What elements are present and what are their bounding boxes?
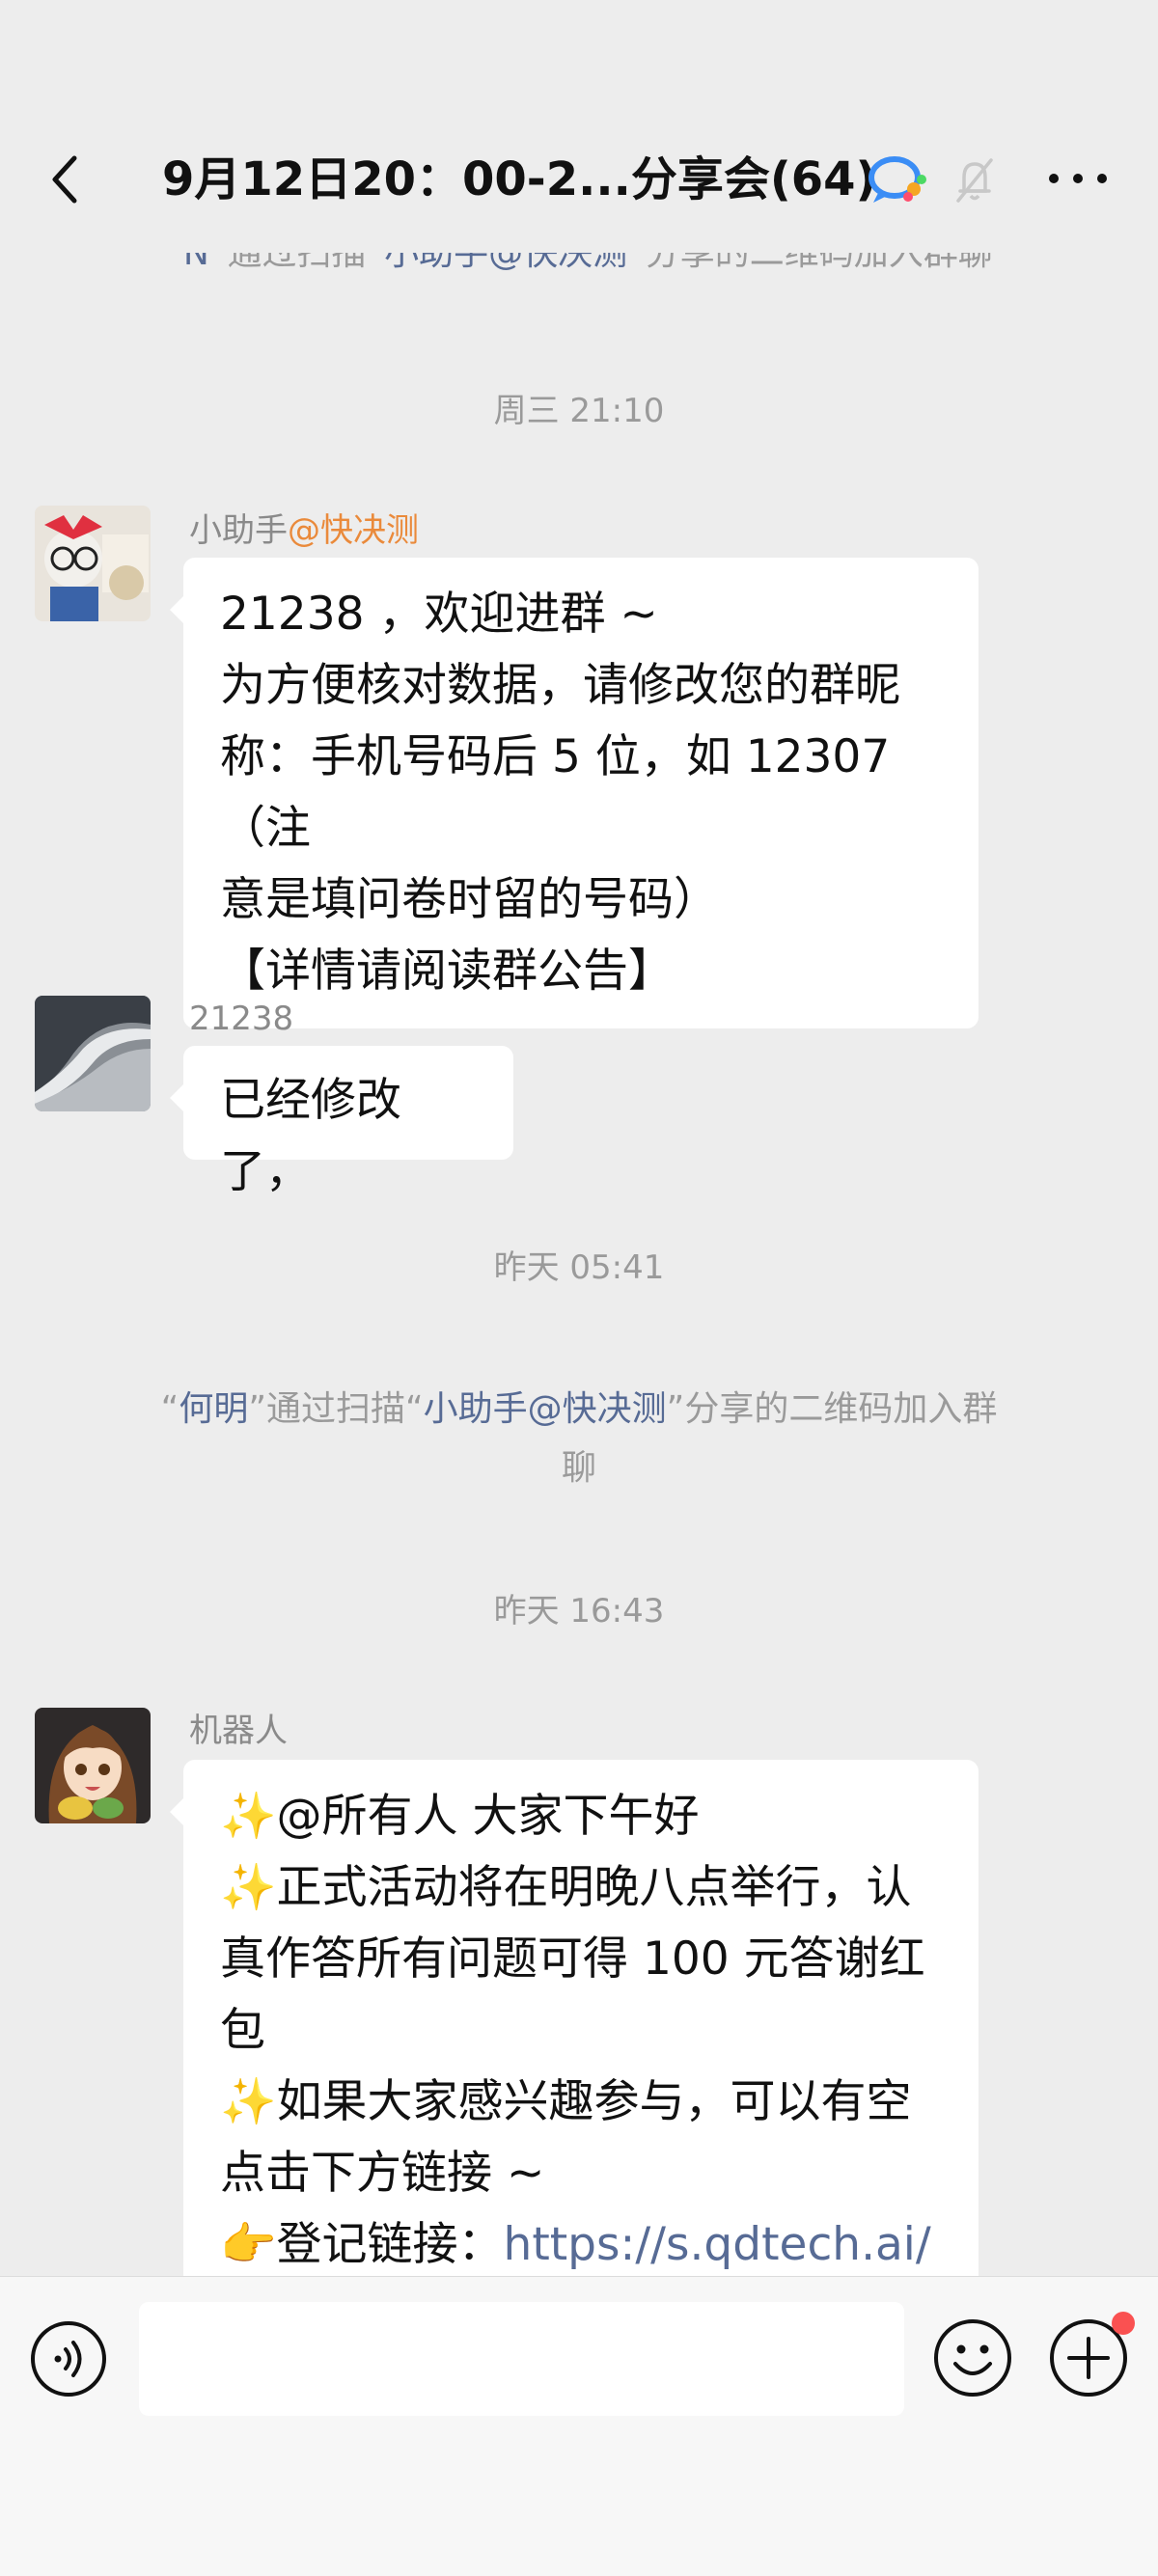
ai-assistant-icon[interactable] [866,152,929,206]
message-bubble[interactable]: ✨@所有人 大家下午好 ✨正式活动将在明晚八点举行，认 真作答所有问题可得 10… [170,1760,979,2276]
message-bubble[interactable]: 21238 ，欢迎进群 ~ 为方便核对数据，请修改您的群昵 称：手机号码后 5 … [170,558,979,1028]
inviter-name-link[interactable]: 小助手@快决测 [384,253,627,273]
quote-mark: “ [160,1389,179,1429]
message-line: 已经修改了， [220,1074,401,1198]
sender-name: 小助手@快决测 [189,509,419,552]
emoji-icon [934,2319,1011,2397]
chat-message-list[interactable]: “N”通过扫描“小助手@快决测”分享的二维码加入群聊 周三 21:10 小助手@… [0,253,1158,2276]
quote-mark: “ [165,253,183,273]
voice-icon [31,2321,106,2397]
member-name-link[interactable]: 何明 [179,1389,248,1429]
link-prefix: 👉登记链接： [220,2218,504,2271]
timestamp: 周三 21:10 [493,392,665,430]
sender-name: 机器人 [189,1712,288,1750]
timestamp: 昨天 05:41 [493,1248,665,1287]
message-line: ✨@所有人 大家下午好 [220,1790,700,1843]
message-line: 包 [220,2004,265,2057]
message-text-input[interactable] [139,2302,904,2416]
system-join-notice: “N”通过扫描“小助手@快决测”分享的二维码加入群聊 [0,253,1158,283]
more-dots-icon [1049,174,1107,183]
back-button[interactable] [43,151,92,208]
message-line: 【详情请阅读群公告】 [220,945,674,998]
message-line: ✨正式活动将在明晚八点举行，认 [220,1861,912,1914]
registration-link[interactable]: https://s.qdtech.ai/ [504,2218,931,2271]
avatar[interactable] [35,506,151,621]
message-input-bar [0,2276,1158,2576]
message-line: 点击下方链接 ~ [220,2147,545,2200]
chevron-left-icon [52,155,77,204]
notice-text: 聊 [561,1448,596,1488]
message-bubble[interactable]: 已经修改了， [170,1046,513,1198]
message-line: 为方便核对数据，请修改您的群昵 [220,659,900,712]
notice-text: ”分享的二维码加入群聊 [627,253,993,273]
chat-title[interactable]: 9月12日20：00-2...分享会(64) [162,149,877,210]
more-options-button[interactable] [1044,154,1112,203]
voice-input-button[interactable] [29,2319,108,2398]
message-line: 👉登记链接：https://s.qdtech.ai/ [220,2209,942,2276]
message-line: 真作答所有问题可得 100 元答谢红 [220,1932,925,1986]
notice-text: ”分享的二维码加入群 [666,1389,998,1429]
timestamp: 昨天 16:43 [493,1592,665,1631]
message-line: ✨如果大家感兴趣参与，可以有空 [220,2075,912,2128]
avatar-image [35,506,151,621]
avatar-image [35,996,151,1111]
notice-text: ”通过扫描“ [248,1389,424,1429]
notice-text: ”通过扫描“ [208,253,385,273]
system-join-notice: “何明”通过扫描“小助手@快决测”分享的二维码加入群聊 [87,1380,1071,1497]
avatar[interactable] [35,996,151,1111]
mute-bell-icon [951,154,999,206]
message-line: 21238 ，欢迎进群 ~ [220,588,658,641]
message-line: 称：手机号码后 5 位，如 12307（注 [220,730,891,855]
avatar[interactable] [35,1708,151,1823]
notification-dot [1112,2312,1135,2335]
sender-name-text: 小助手 [189,511,288,550]
emoji-button[interactable] [932,2317,1013,2398]
chat-header: 9月12日20：00-2...分享会(64) [0,0,1158,253]
sender-org-tag: @快决测 [288,511,419,550]
avatar-image [35,1708,151,1823]
sender-name: 21238 [189,1000,294,1038]
message-line: 意是填问卷时留的号码） [220,873,719,926]
member-name-link[interactable]: N [183,253,209,273]
inviter-name-link[interactable]: 小助手@快决测 [424,1389,667,1429]
